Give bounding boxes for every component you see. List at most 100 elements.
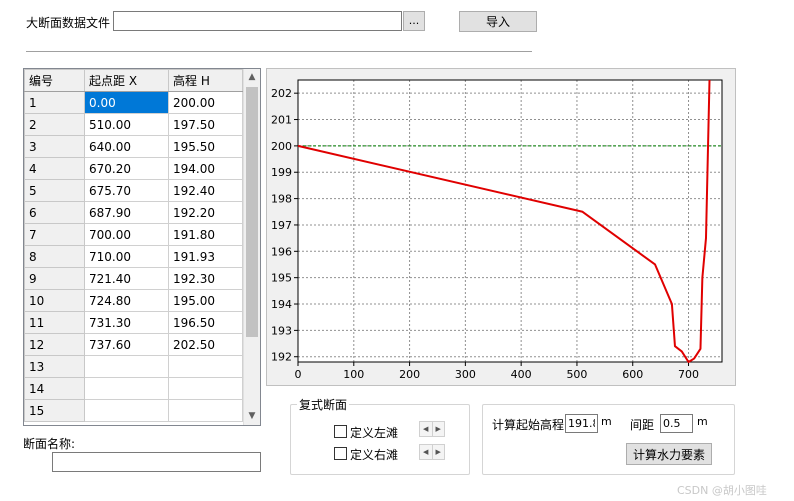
table-row[interactable]: 4 670.20 194.00 [24, 157, 243, 180]
compute-hydraulics-button[interactable]: 计算水力要素 [626, 443, 712, 465]
cell-h[interactable]: 192.40 [168, 179, 243, 202]
table-row[interactable]: 13 [24, 355, 243, 378]
table-row[interactable]: 1 0.00 200.00 [24, 91, 243, 114]
arrow-left-icon[interactable]: ◀ [420, 422, 432, 436]
cell-x[interactable]: 0.00 [84, 91, 169, 114]
cell-x[interactable]: 640.00 [84, 135, 169, 158]
grid-header-row: 编号 起点距 X 高程 H [24, 69, 243, 92]
table-row[interactable]: 7 700.00 191.80 [24, 223, 243, 246]
cell-x[interactable]: 675.70 [84, 179, 169, 202]
cross-section-chart: 0 100 200 300 400 500 600 700 192 193 194 195 196 197… [271, 79, 723, 381]
x-tick-label: 400 [511, 368, 532, 381]
row-header-cell[interactable]: 3 [24, 135, 85, 158]
table-row[interactable]: 8 710.00 191.93 [24, 245, 243, 268]
row-header-cell[interactable]: 11 [24, 311, 85, 334]
table-row[interactable]: 10 724.80 195.00 [24, 289, 243, 312]
cell-h[interactable]: 194.00 [168, 157, 243, 180]
cell-h[interactable]: 197.50 [168, 113, 243, 136]
row-header-cell[interactable]: 9 [24, 267, 85, 290]
cell-x[interactable]: 721.40 [84, 267, 169, 290]
cell-x[interactable]: 710.00 [84, 245, 169, 268]
x-tick-label: 100 [343, 368, 364, 381]
cell-h[interactable]: 195.00 [168, 289, 243, 312]
table-row[interactable]: 6 687.90 192.20 [24, 201, 243, 224]
cell-h[interactable] [168, 399, 243, 422]
arrow-left-icon[interactable]: ◀ [420, 445, 432, 459]
section-data-grid[interactable]: 编号 起点距 X 高程 H 1 0.00 200.00 2 510.00 197.50 3 6… [23, 68, 261, 426]
table-row[interactable]: 14 [24, 377, 243, 400]
cell-x[interactable] [84, 355, 169, 378]
row-header-cell[interactable]: 13 [24, 355, 85, 378]
col-header-h[interactable]: 高程 H [168, 69, 243, 92]
left-bank-spinner[interactable]: ◀ ▶ [419, 421, 445, 437]
cell-h[interactable]: 200.00 [168, 91, 243, 114]
row-header-cell[interactable]: 7 [24, 223, 85, 246]
cell-h[interactable] [168, 377, 243, 400]
cell-x[interactable]: 731.30 [84, 311, 169, 334]
import-button[interactable]: 导入 [459, 11, 537, 32]
cell-h[interactable]: 195.50 [168, 135, 243, 158]
col-header-x[interactable]: 起点距 X [84, 69, 169, 92]
table-row[interactable]: 15 [24, 399, 243, 422]
row-header-cell[interactable]: 2 [24, 113, 85, 136]
scrollbar-thumb[interactable] [246, 87, 258, 337]
table-row[interactable]: 12 737.60 202.50 [24, 333, 243, 356]
interval-label: 间距 [630, 418, 655, 432]
right-bank-spinner[interactable]: ◀ ▶ [419, 444, 445, 460]
row-header-cell[interactable]: 14 [24, 377, 85, 400]
col-header-index[interactable]: 编号 [24, 69, 85, 92]
row-header-cell[interactable]: 1 [24, 91, 85, 114]
cell-x[interactable]: 510.00 [84, 113, 169, 136]
cell-h[interactable] [168, 355, 243, 378]
y-tick-label: 192 [271, 351, 292, 364]
watermark: CSDN @胡小图哇 [677, 484, 767, 497]
cell-x[interactable]: 670.20 [84, 157, 169, 180]
define-left-label: 定义左滩 [350, 426, 399, 440]
cell-x[interactable] [84, 377, 169, 400]
cell-h[interactable]: 191.80 [168, 223, 243, 246]
y-tick-label: 199 [271, 166, 292, 179]
cross-section-chart-panel: 0 100 200 300 400 500 600 700 192 193 194 195 196 197… [266, 68, 736, 386]
header-separator [26, 51, 532, 53]
arrow-right-icon[interactable]: ▶ [431, 445, 445, 459]
table-row[interactable]: 9 721.40 192.30 [24, 267, 243, 290]
table-row[interactable]: 3 640.00 195.50 [24, 135, 243, 158]
cell-x[interactable]: 700.00 [84, 223, 169, 246]
row-header-cell[interactable]: 15 [24, 399, 85, 422]
define-right-checkbox[interactable] [334, 447, 347, 460]
row-header-cell[interactable]: 12 [24, 333, 85, 356]
file-path-input[interactable] [113, 11, 402, 31]
chevron-up-icon[interactable]: ▲ [244, 69, 260, 86]
define-left-checkbox[interactable] [334, 425, 347, 438]
x-tick-label: 600 [622, 368, 643, 381]
arrow-right-icon[interactable]: ▶ [431, 422, 445, 436]
chevron-down-icon[interactable]: ▼ [244, 408, 260, 425]
row-header-cell[interactable]: 5 [24, 179, 85, 202]
cell-x[interactable]: 724.80 [84, 289, 169, 312]
cell-h[interactable]: 202.50 [168, 333, 243, 356]
row-header-cell[interactable]: 10 [24, 289, 85, 312]
start-elevation-label: 计算起始高程 [492, 418, 565, 432]
table-row[interactable]: 2 510.00 197.50 [24, 113, 243, 136]
section-name-input[interactable] [52, 452, 261, 472]
cell-h[interactable]: 192.20 [168, 201, 243, 224]
browse-button[interactable]: ... [403, 11, 425, 31]
interval-input[interactable] [660, 414, 693, 433]
row-header-cell[interactable]: 8 [24, 245, 85, 268]
table-row[interactable]: 5 675.70 192.40 [24, 179, 243, 202]
start-elevation-input[interactable] [565, 414, 598, 433]
grid-vertical-scrollbar[interactable]: ▲ ▼ [243, 69, 260, 425]
cell-x[interactable]: 737.60 [84, 333, 169, 356]
cell-x[interactable] [84, 399, 169, 422]
y-tick-label: 193 [271, 324, 292, 337]
cell-h[interactable]: 196.50 [168, 311, 243, 334]
row-header-cell[interactable]: 6 [24, 201, 85, 224]
x-tick-label: 700 [678, 368, 699, 381]
cell-h[interactable]: 192.30 [168, 267, 243, 290]
cell-x[interactable]: 687.90 [84, 201, 169, 224]
section-name-label: 断面名称: [23, 437, 76, 451]
y-tick-label: 198 [271, 193, 292, 206]
row-header-cell[interactable]: 4 [24, 157, 85, 180]
cell-h[interactable]: 191.93 [168, 245, 243, 268]
table-row[interactable]: 11 731.30 196.50 [24, 311, 243, 334]
